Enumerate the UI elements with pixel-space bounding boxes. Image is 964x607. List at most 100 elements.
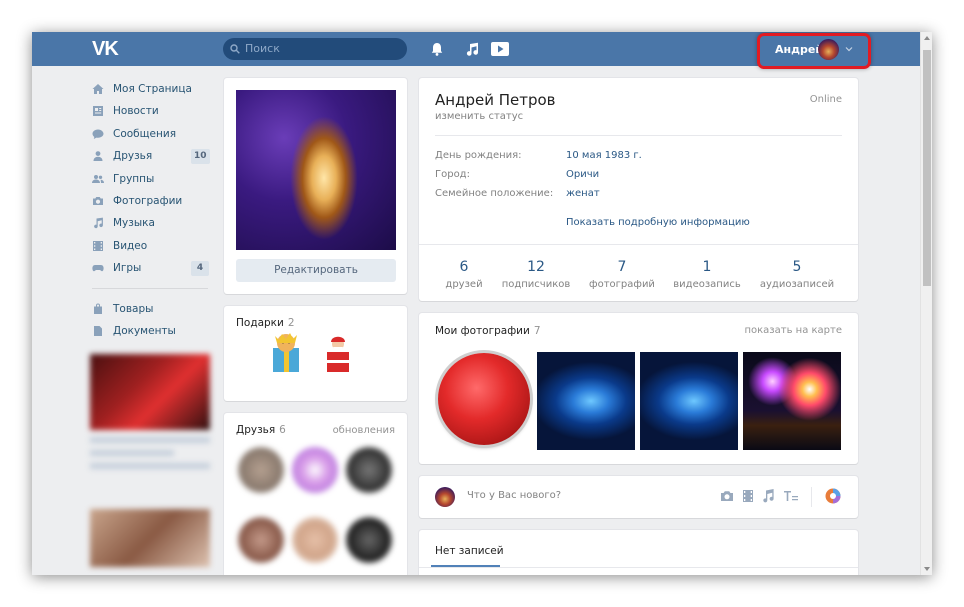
music-note-icon xyxy=(94,217,103,229)
sidebar-item-label: Сообщения xyxy=(113,127,177,140)
left-menu: Моя Страница Новости Сообщения Друзья 10 … xyxy=(90,78,214,568)
top-bar: VK Поиск Андрей xyxy=(32,32,920,69)
music-note-icon[interactable] xyxy=(761,489,775,503)
photo-thumbnail[interactable] xyxy=(640,352,738,450)
counter-audios[interactable]: 5 аудиозаписей xyxy=(752,258,842,290)
messages-icon xyxy=(92,129,104,139)
scrollbar[interactable] xyxy=(920,32,932,575)
divider xyxy=(419,244,858,245)
sidebar-item-photos[interactable]: Фотографии xyxy=(90,190,214,212)
friends-count-badge: 10 xyxy=(191,149,210,165)
sidebar-item-groups[interactable]: Группы xyxy=(90,168,214,190)
scroll-up-arrow[interactable] xyxy=(924,36,930,40)
friend-avatar[interactable] xyxy=(346,447,392,493)
audience-icon[interactable] xyxy=(825,488,841,504)
profile-name: Андрей Петров xyxy=(435,91,556,109)
sidebar-item-video[interactable]: Видео xyxy=(90,235,214,257)
gamepad-icon xyxy=(92,265,104,272)
gifts-title[interactable]: Подарки 2 xyxy=(236,317,295,329)
sidebar-item-label: Музыка xyxy=(113,217,155,230)
camera-icon xyxy=(93,196,103,205)
text-format-icon[interactable] xyxy=(783,489,799,503)
counter-followers[interactable]: 12 подписчиков xyxy=(491,258,581,290)
relationship-value[interactable]: женат xyxy=(566,188,600,199)
bell-icon[interactable] xyxy=(429,41,445,57)
avatar-card: Редактировать xyxy=(224,78,407,294)
gift-icon[interactable] xyxy=(269,330,307,376)
search-icon xyxy=(230,44,240,54)
sidebar-item-label: Товары xyxy=(113,302,154,315)
friends-card: Друзья 6 обновления xyxy=(224,413,407,575)
divider xyxy=(419,567,858,568)
sidebar-item-label: Моя Страница xyxy=(113,83,192,95)
sidebar-item-games[interactable]: Игры 4 xyxy=(90,257,214,279)
friends-icon xyxy=(93,151,103,162)
vk-logo[interactable]: VK xyxy=(92,39,119,59)
blurred-ad xyxy=(90,354,210,568)
new-post-card: Что у Вас нового? xyxy=(419,476,858,518)
change-status-link[interactable]: изменить статус xyxy=(435,111,523,122)
friend-avatar[interactable] xyxy=(238,447,284,493)
relationship-label: Семейное положение: xyxy=(435,188,554,199)
birthday-value[interactable]: 10 мая 1983 г. xyxy=(566,150,642,161)
scrollbar-thumb[interactable] xyxy=(923,50,931,286)
sidebar-item-friends[interactable]: Друзья 10 xyxy=(90,145,214,167)
wall-card: Нет записей xyxy=(419,530,858,575)
counter-photos[interactable]: 7 фотографий xyxy=(577,258,667,290)
divider xyxy=(435,135,842,136)
profile-info-card: Андрей Петров изменить статус Online Ден… xyxy=(419,78,858,301)
photos-title[interactable]: Мои фотографии 7 xyxy=(435,325,541,337)
browser-window: VK Поиск Андрей Моя Страница Новости Соо… xyxy=(32,32,932,575)
sidebar-item-messages[interactable]: Сообщения xyxy=(90,123,214,145)
sidebar-item-label: Группы xyxy=(113,172,155,185)
sidebar-item-documents[interactable]: Документы xyxy=(90,320,214,342)
gifts-card: Подарки 2 xyxy=(224,306,407,401)
friend-avatar[interactable] xyxy=(238,517,284,563)
photo-thumbnail[interactable] xyxy=(743,352,841,450)
sidebar-item-label: Новости xyxy=(113,105,159,118)
music-icon[interactable] xyxy=(464,41,480,57)
sidebar-item-music[interactable]: Музыка xyxy=(90,212,214,234)
sidebar-item-label: Видео xyxy=(113,239,148,252)
friends-updates-link[interactable]: обновления xyxy=(333,425,395,436)
groups-icon xyxy=(92,174,104,183)
sidebar-item-goods[interactable]: Товары xyxy=(90,298,214,320)
camera-icon[interactable] xyxy=(720,489,734,503)
sidebar-item-label: Друзья xyxy=(113,150,153,163)
highlight-frame xyxy=(757,33,871,69)
sidebar-item-label: Фотографии xyxy=(113,194,183,207)
play-icon[interactable] xyxy=(491,41,509,57)
sidebar-item-my-page[interactable]: Моя Страница xyxy=(90,78,214,100)
news-icon xyxy=(93,106,103,117)
sidebar-divider xyxy=(92,287,208,289)
games-count-badge: 4 xyxy=(191,261,209,277)
tab-no-posts[interactable]: Нет записей xyxy=(435,545,504,557)
document-icon xyxy=(94,325,102,336)
photos-card: Мои фотографии 7 показать на карте xyxy=(419,313,858,464)
bag-icon xyxy=(94,303,102,314)
friend-avatar[interactable] xyxy=(292,447,338,493)
scroll-down-arrow[interactable] xyxy=(924,567,930,571)
friends-title[interactable]: Друзья 6 xyxy=(236,424,286,436)
search-input[interactable]: Поиск xyxy=(223,38,407,60)
counter-videos[interactable]: 1 видеозапись xyxy=(662,258,752,290)
search-placeholder: Поиск xyxy=(245,42,280,55)
sidebar-item-label: Документы xyxy=(113,324,176,337)
friend-avatar[interactable] xyxy=(292,517,338,563)
photo-thumbnail[interactable] xyxy=(437,352,535,450)
video-icon[interactable] xyxy=(741,489,755,503)
gift-icon[interactable] xyxy=(319,330,357,376)
photo-thumbnail[interactable] xyxy=(537,352,635,450)
edit-button[interactable]: Редактировать xyxy=(236,259,396,282)
birthday-label: День рождения: xyxy=(435,150,522,161)
avatar xyxy=(435,487,455,507)
show-on-map-link[interactable]: показать на карте xyxy=(744,325,842,336)
show-more-info-link[interactable]: Показать подробную информацию xyxy=(566,217,750,228)
profile-photo[interactable] xyxy=(236,90,396,250)
new-post-input[interactable]: Что у Вас нового? xyxy=(467,490,561,501)
online-status: Online xyxy=(809,94,842,105)
home-icon xyxy=(92,84,104,94)
sidebar-item-news[interactable]: Новости xyxy=(90,100,214,122)
city-value[interactable]: Оричи xyxy=(566,169,599,180)
friend-avatar[interactable] xyxy=(346,517,392,563)
